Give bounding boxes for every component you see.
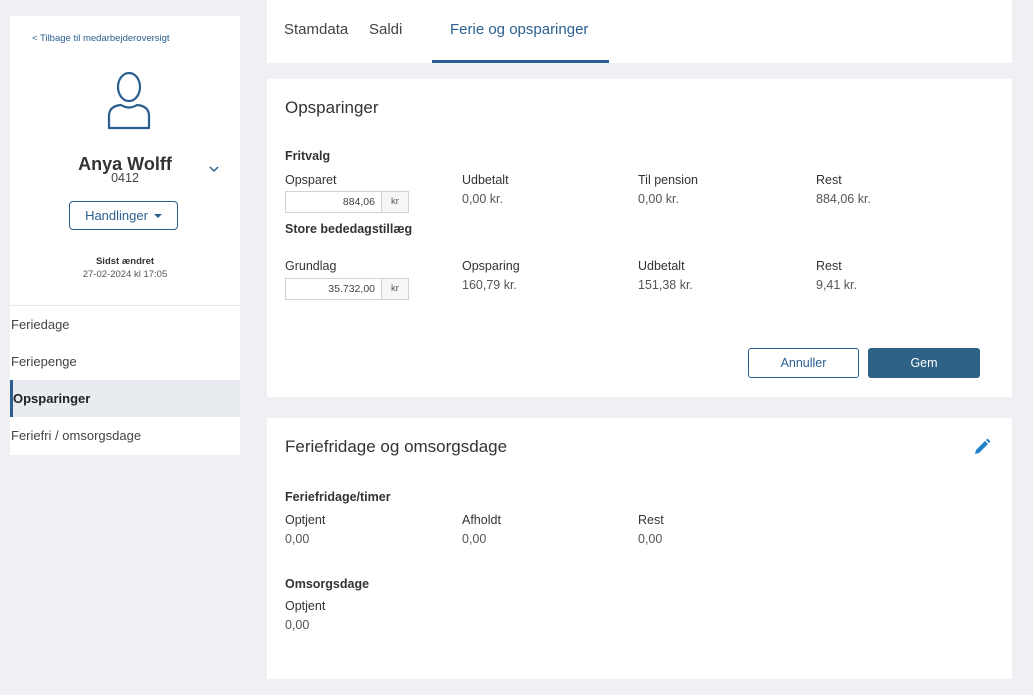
earned-value: 0,00 xyxy=(285,532,310,546)
savings-title: Opsparinger xyxy=(285,98,379,117)
actions-dropdown-button[interactable]: Handlinger xyxy=(69,201,178,230)
back-to-employee-overview-link[interactable]: < Tilbage til medarbejderoversigt xyxy=(32,33,170,44)
basis-input-value: 35.732,00 xyxy=(328,283,375,295)
sidebar-nav: Feriedage Feriepenge Opsparinger Feriefr… xyxy=(10,305,240,454)
taken-label: Afholdt xyxy=(462,513,501,527)
tab-stamdata[interactable]: Stamdata xyxy=(284,21,348,38)
bededag-paid-label: Udbetalt xyxy=(638,259,685,273)
chevron-down-icon[interactable] xyxy=(207,162,221,176)
taken-value: 0,00 xyxy=(462,532,487,546)
employee-number: 0412 xyxy=(111,171,139,185)
fritvalg-rest-value: 884,06 kr. xyxy=(816,192,871,206)
cancel-button[interactable]: Annuller xyxy=(748,348,859,378)
save-button[interactable]: Gem xyxy=(868,348,980,378)
actions-label: Handlinger xyxy=(85,208,148,223)
sidebar-item-feriefri-omsorgsdage[interactable]: Feriefri / omsorgsdage xyxy=(10,417,240,454)
saved-input-value: 884,06 xyxy=(342,196,375,208)
bededag-rest-value: 9,41 kr. xyxy=(816,278,857,292)
savings-card: Opsparinger Fritvalg Opsparet 884,06 kr … xyxy=(267,79,1012,397)
pension-value: 0,00 kr. xyxy=(638,192,679,206)
bededag-rest-label: Rest xyxy=(816,259,842,273)
fritvalg-rest-label: Rest xyxy=(816,173,842,187)
sidebar-item-label: Feriedage xyxy=(11,317,70,332)
earned-label: Optjent xyxy=(285,513,326,527)
bededag-paid-value: 151,38 kr. xyxy=(638,278,693,292)
holidays-title: Feriefridage og omsorgsdage xyxy=(285,437,508,456)
fritvalg-label: Fritvalg xyxy=(285,149,331,163)
sidebar-item-opsparinger[interactable]: Opsparinger xyxy=(10,380,240,417)
basis-input-unit: kr xyxy=(381,279,408,299)
saved-input[interactable]: 884,06 kr xyxy=(285,191,409,213)
saved-label: Opsparet xyxy=(285,173,337,187)
pencil-icon[interactable] xyxy=(973,438,991,456)
user-avatar-icon xyxy=(107,71,151,130)
omsorg-earned-value: 0,00 xyxy=(285,618,310,632)
tab-saldi[interactable]: Saldi xyxy=(369,21,402,38)
last-changed-label: Sidst ændret xyxy=(95,256,155,267)
sidebar-item-label: Feriepenge xyxy=(11,354,77,369)
paid-value: 0,00 kr. xyxy=(462,192,503,206)
last-changed-value: 27-02-2024 kl 17:05 xyxy=(82,269,168,280)
omsorg-earned-label: Optjent xyxy=(285,599,326,613)
basis-label: Grundlag xyxy=(285,259,337,273)
basis-input[interactable]: 35.732,00 kr xyxy=(285,278,409,300)
tab-bar: Stamdata Saldi Ferie og opsparinger xyxy=(267,0,1012,63)
feriefri-rest-label: Rest xyxy=(638,513,664,527)
pension-label: Til pension xyxy=(638,173,698,187)
feriefri-rest-value: 0,00 xyxy=(638,532,663,546)
feriefri-label: Feriefridage/timer xyxy=(285,490,391,504)
holidays-card: Feriefridage og omsorgsdage Feriefridage… xyxy=(267,418,1012,679)
sidebar-item-label: Feriefri / omsorgsdage xyxy=(11,428,142,443)
sidebar-item-feriepenge[interactable]: Feriepenge xyxy=(10,343,240,380)
omsorg-label: Omsorgsdage xyxy=(285,577,370,591)
saving-value: 160,79 kr. xyxy=(462,278,517,292)
sidebar-item-feriedage[interactable]: Feriedage xyxy=(10,306,240,343)
saved-input-unit: kr xyxy=(381,192,408,212)
sidebar-item-label: Opsparinger xyxy=(13,391,91,406)
employee-sidebar: < Tilbage til medarbejderoversigt Anya W… xyxy=(10,16,240,455)
active-tab-indicator xyxy=(432,60,609,63)
store-bededag-label: Store bededagstillæg xyxy=(285,222,413,236)
tab-ferie-og-opsparinger[interactable]: Ferie og opsparinger xyxy=(450,21,588,38)
caret-down-icon xyxy=(153,213,162,218)
saving-label: Opsparing xyxy=(462,259,520,273)
paid-label: Udbetalt xyxy=(462,173,509,187)
